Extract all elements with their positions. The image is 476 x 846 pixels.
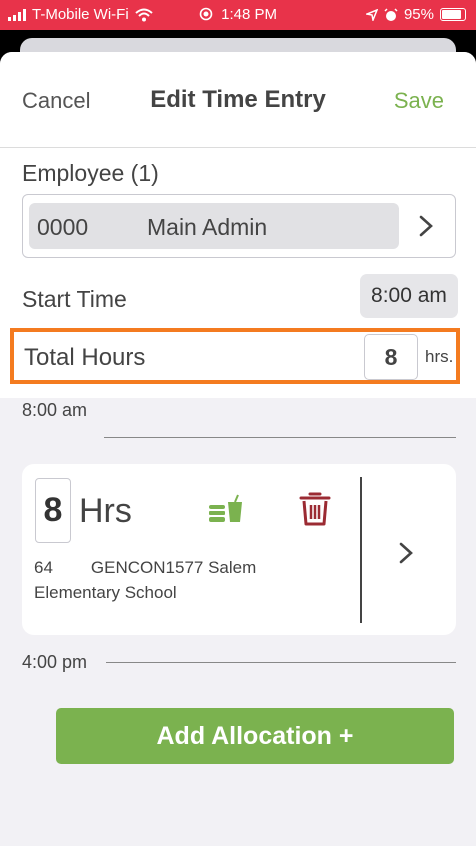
allocation-code: GENCON1577 Salem [90,558,257,577]
status-right: 95% [365,6,466,23]
status-time: 1:48 PM [221,6,278,23]
allocation-hours-input[interactable]: 8 [35,478,71,543]
employee-selector[interactable]: 0000 Main Admin [22,194,456,258]
alarm-icon [384,7,398,21]
timeline-start-divider [104,437,456,438]
save-button[interactable]: Save [394,88,444,114]
employee-label: Employee (1) [22,160,159,186]
timeline-start-label: 8:00 am [22,400,88,420]
employee-chip[interactable]: 0000 Main Admin [29,203,399,249]
timeline-end-label: 4:00 pm [22,652,88,672]
allocation-number: 64 [34,558,53,577]
header: Cancel Edit Time Entry Save [0,52,476,148]
trash-icon[interactable] [299,491,331,527]
timeline-end-divider [106,662,456,663]
total-hours-label: Total Hours [24,344,146,371]
employee-id: 0000 [37,214,89,240]
employee-name: Main Admin [147,214,268,240]
time-entry-form: Employee (1) 0000 Main Admin Start Time … [0,148,476,398]
start-time-button[interactable]: 8:00 am [360,274,458,318]
start-time-label: Start Time [22,286,127,312]
add-allocation-button[interactable]: Add Allocation + [56,708,454,764]
meal-icon[interactable] [208,494,244,524]
total-hours-row: Total Hours 8 hrs. [10,328,460,384]
status-bar: T-Mobile Wi-Fi 1:48 PM 95% [0,0,476,30]
chevron-right-icon[interactable] [419,215,433,237]
location-arrow-icon [365,8,378,21]
allocation-description: 64 GENCON1577 Salem Elementary School [34,555,354,605]
total-hours-input[interactable]: 8 [364,334,418,380]
battery-icon [440,8,466,21]
battery-percent: 95% [403,6,434,23]
edit-time-entry-sheet: Cancel Edit Time Entry Save Employee (1)… [0,52,476,846]
allocation-hours-unit: Hrs [79,492,132,530]
screen-record-icon [199,7,213,21]
allocation-location: Elementary School [34,583,177,602]
allocation-card[interactable]: 8 Hrs 64 GENCON1577 Salem Elementary Scho… [22,464,456,635]
total-hours-unit: hrs. [425,347,454,366]
chevron-right-icon[interactable] [399,542,413,564]
allocation-divider [360,477,362,623]
